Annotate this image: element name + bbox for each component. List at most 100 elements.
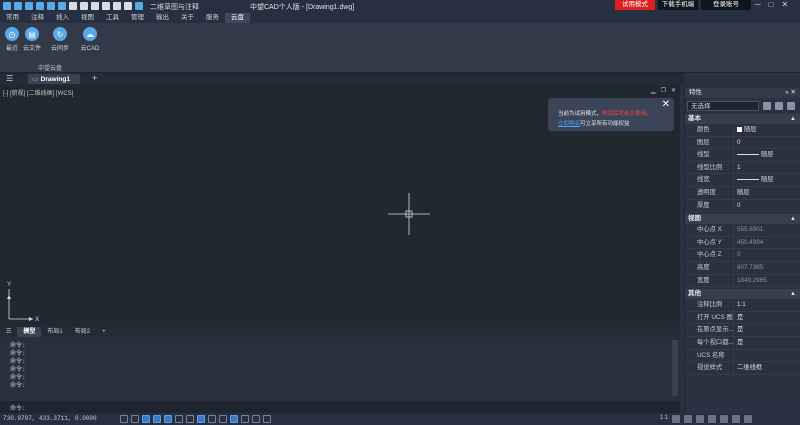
snap-toggle-icon[interactable] [120, 415, 128, 423]
print-icon[interactable] [69, 2, 77, 10]
quick-props-icon[interactable] [252, 415, 260, 423]
section-header[interactable]: 基本 ▲ [685, 114, 800, 124]
open-file-icon[interactable] [25, 2, 33, 10]
selection-dropdown[interactable]: 无选择 [687, 101, 759, 111]
lineweight-toggle-icon[interactable] [197, 415, 205, 423]
property-value[interactable]: 1849.2965 [733, 274, 800, 287]
plot-icon[interactable] [80, 2, 88, 10]
property-value[interactable] [733, 349, 800, 362]
osnap-toggle-icon[interactable] [164, 415, 172, 423]
buy-now-link[interactable]: 立即购买 [558, 121, 580, 127]
property-value[interactable]: 1:1 [733, 299, 800, 311]
property-value[interactable]: 随层 [733, 186, 800, 199]
property-value[interactable]: 555.8901 [733, 224, 800, 236]
new-tab-button[interactable]: + [92, 73, 97, 83]
collapse-icon[interactable]: ▲ [790, 114, 796, 124]
property-value[interactable]: 607.7385 [733, 261, 800, 274]
model-space-icon[interactable] [263, 415, 271, 423]
property-value[interactable]: 随层 [733, 174, 800, 186]
menu-about[interactable]: 关于 [175, 13, 200, 23]
panel-close-icon[interactable]: » ✕ [785, 88, 796, 98]
fullscreen-icon[interactable] [732, 415, 741, 423]
menu-service[interactable]: 服务 [200, 13, 225, 23]
annotation-scale[interactable]: 1:1 [660, 415, 668, 423]
property-value[interactable]: 1 [733, 161, 800, 174]
cloud-file-button[interactable]: ▤ 云文件 [20, 27, 44, 52]
property-value[interactable]: 是 [733, 336, 800, 349]
close-icon[interactable]: ✕ [782, 0, 789, 9]
menu-home[interactable]: 常用 [0, 13, 25, 23]
polar-toggle-icon[interactable] [153, 415, 161, 423]
workspace-switch-icon[interactable] [684, 415, 693, 423]
layout-menu-icon[interactable]: ☰ [0, 327, 17, 337]
section-header[interactable]: 其他 ▲ [685, 289, 800, 300]
select-objects-icon[interactable] [775, 102, 783, 110]
property-value[interactable]: 0 [733, 249, 800, 261]
isolate-icon[interactable] [720, 415, 729, 423]
collapse-icon[interactable]: ▲ [790, 289, 796, 299]
menu-insert[interactable]: 插入 [50, 13, 75, 23]
ortho-toggle-icon[interactable] [142, 415, 150, 423]
viewport-close-icon[interactable]: ✕ [671, 87, 676, 94]
menu-output[interactable]: 输出 [150, 13, 175, 23]
redo-icon[interactable] [124, 2, 132, 10]
dynamic-input-icon[interactable] [186, 415, 194, 423]
collapse-icon[interactable]: ▲ [790, 214, 796, 224]
import-icon[interactable] [91, 2, 99, 10]
drawing-canvas[interactable]: [-] [俯视] [二维线框] [WCS] ▁ ❐ ✕ ✕ 当前为试用模式，购买… [0, 85, 680, 327]
save-as-icon[interactable] [47, 2, 55, 10]
doc-tab-drawing1[interactable]: ▭ Drawing1 [28, 74, 80, 84]
grid-toggle-icon[interactable] [131, 415, 139, 423]
tab-model[interactable]: 模型 [17, 327, 42, 337]
viewport-minimize-icon[interactable]: ▁ [651, 87, 656, 94]
tab-layout1[interactable]: 布局1 [41, 327, 68, 337]
customize-icon[interactable] [744, 415, 753, 423]
workspace-icon[interactable] [135, 2, 143, 10]
units-icon[interactable] [241, 415, 249, 423]
command-scrollbar[interactable] [672, 340, 678, 396]
property-value[interactable]: 0 [733, 136, 800, 149]
maximize-icon[interactable]: □ [769, 0, 774, 9]
menu-tools[interactable]: 工具 [100, 13, 125, 23]
property-value[interactable]: 0 [733, 199, 800, 212]
property-value[interactable]: 是 [733, 311, 800, 324]
selection-cycle-icon[interactable] [219, 415, 227, 423]
cloud-cad-button[interactable]: ☁ 云CAD [78, 27, 102, 52]
add-layout-button[interactable]: + [96, 327, 112, 337]
trial-mode-button[interactable]: 试用模式 [615, 0, 655, 10]
annotation-monitor-icon[interactable] [230, 415, 238, 423]
minimize-icon[interactable]: ─ [755, 0, 761, 9]
menu-view[interactable]: 视图 [75, 13, 100, 23]
property-value[interactable]: 二维线框 [733, 362, 800, 374]
quick-select-icon[interactable] [787, 102, 795, 110]
toggle-pickadd-icon[interactable] [763, 102, 771, 110]
command-input[interactable]: 命令: [0, 401, 680, 413]
workspace-selector[interactable]: 二维草图与注释 [150, 2, 199, 12]
viewport-label[interactable]: [-] [俯视] [二维线框] [WCS] [3, 88, 73, 97]
property-value[interactable]: 是 [733, 324, 800, 336]
lock-icon[interactable] [696, 415, 705, 423]
cloud-sync-button[interactable]: ↻ 云同步 [48, 27, 72, 52]
hardware-accel-icon[interactable] [708, 415, 717, 423]
tab-layout2[interactable]: 布局2 [69, 327, 96, 337]
annotation-visibility-icon[interactable] [672, 415, 681, 423]
app-logo-icon[interactable] [3, 2, 11, 10]
property-value[interactable]: 随层 [733, 124, 800, 136]
menu-annotate[interactable]: 注释 [25, 13, 50, 23]
save-icon[interactable] [36, 2, 44, 10]
section-header[interactable]: 视图 ▲ [685, 214, 800, 225]
property-value[interactable]: 450.4994 [733, 236, 800, 249]
download-mobile-button[interactable]: 下载手机端 [658, 0, 698, 10]
transparency-toggle-icon[interactable] [208, 415, 216, 423]
notification-close-icon[interactable]: ✕ [662, 99, 670, 110]
property-value[interactable]: 随层 [733, 149, 800, 161]
viewport-restore-icon[interactable]: ❐ [661, 87, 666, 94]
menu-manage[interactable]: 管理 [125, 13, 150, 23]
undo-icon[interactable] [113, 2, 121, 10]
login-button[interactable]: 登录账号 [701, 0, 751, 10]
menu-icon[interactable]: ☰ [6, 74, 13, 83]
export-icon[interactable] [102, 2, 110, 10]
cloud-save-icon[interactable] [58, 2, 66, 10]
new-file-icon[interactable] [14, 2, 22, 10]
menu-cloud[interactable]: 云盘 [225, 13, 250, 23]
